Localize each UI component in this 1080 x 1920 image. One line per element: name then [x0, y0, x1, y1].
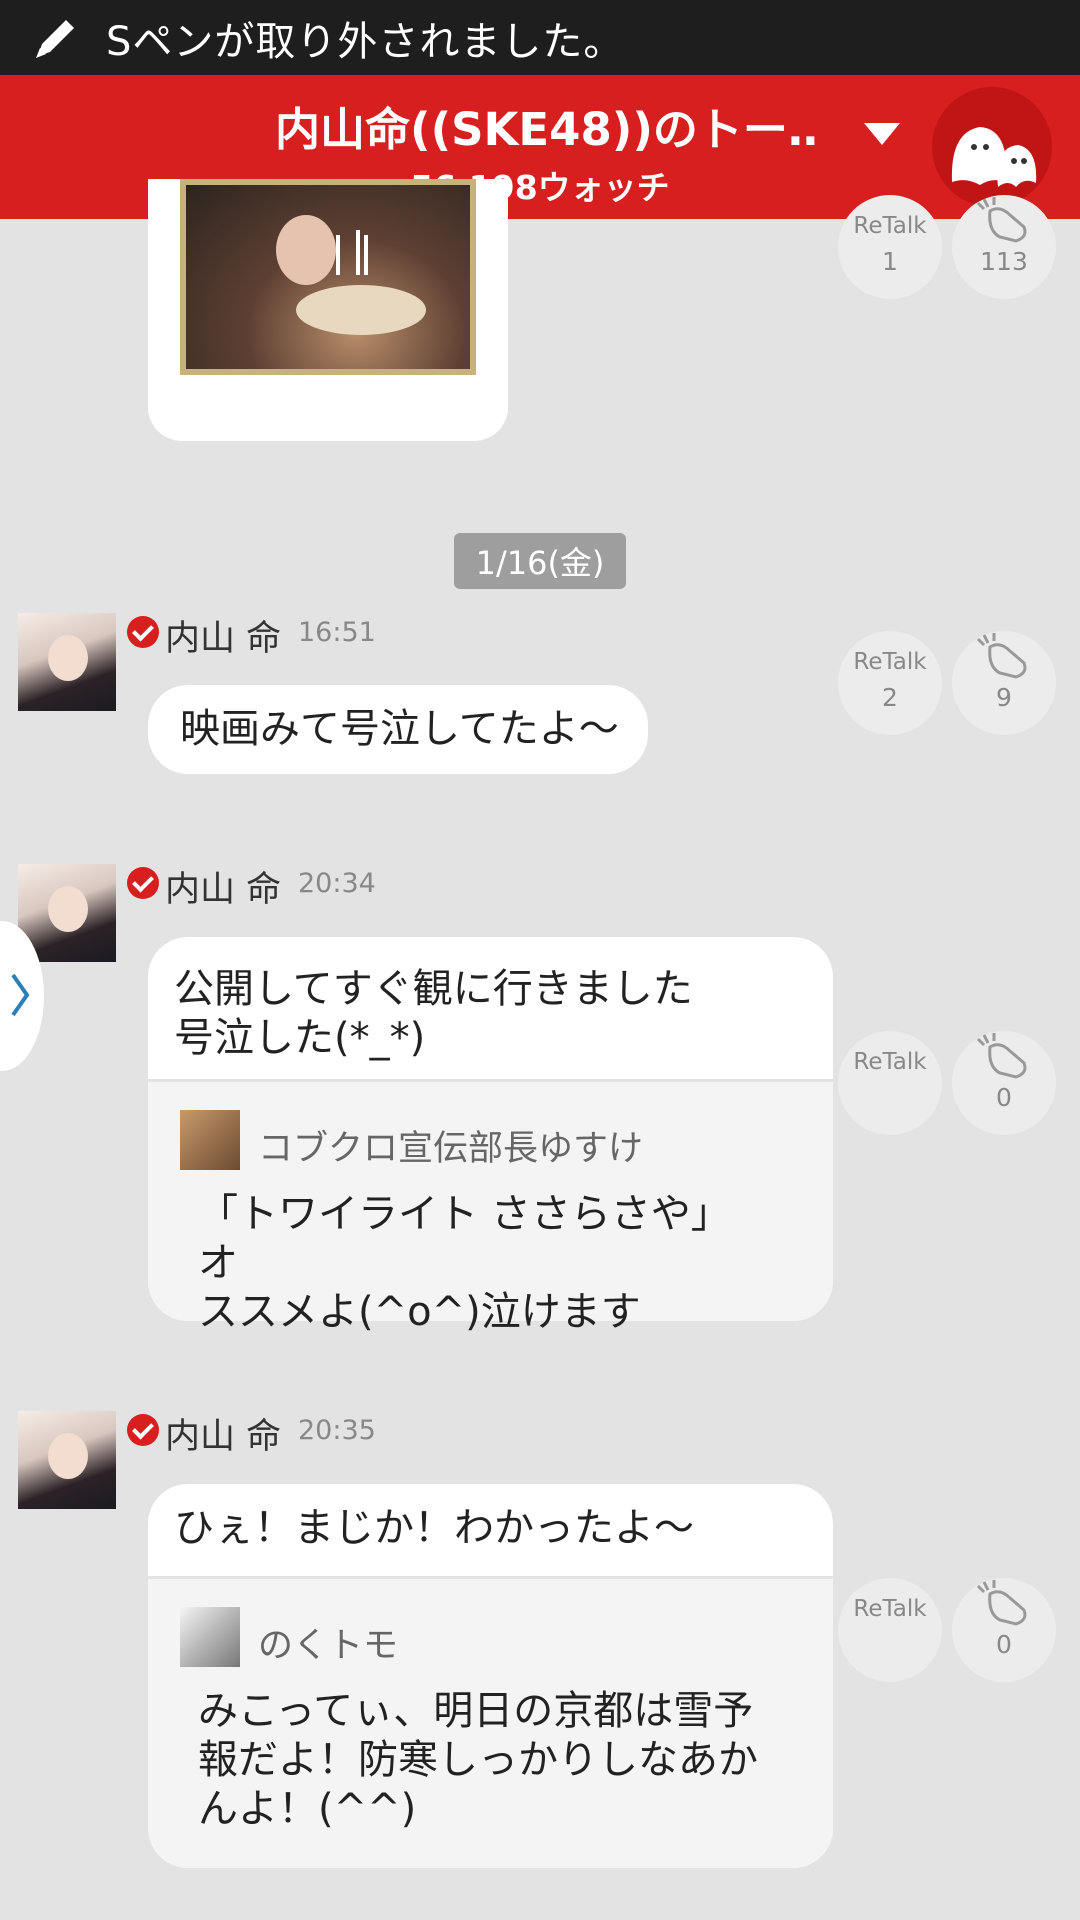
- chevron-right-icon: [11, 973, 30, 1017]
- author-name[interactable]: 内山 命: [165, 610, 281, 661]
- clap-button[interactable]: 0: [952, 1578, 1056, 1682]
- quote-text: 「トワイライト ささらさや」オ ススメよ(^o^)泣けます: [198, 1191, 731, 1335]
- message-bubble[interactable]: 映画みて号泣してたよ〜: [148, 685, 648, 774]
- quote-author: コブクロ宣伝部長ゆすけ: [258, 1129, 644, 1169]
- quote-author: のくトモ: [258, 1626, 399, 1666]
- clap-icon: [976, 197, 1027, 243]
- quote-text: みこってぃ、明日の京都は雪予 報だよ！防寒しっかりしなあか んよ！(^^): [198, 1688, 758, 1832]
- retalk-button[interactable]: ReTalk: [838, 1578, 942, 1682]
- message-text: ひぇ！まじか！わかったよ〜: [174, 1505, 694, 1551]
- author-name[interactable]: 内山 命: [165, 1408, 281, 1459]
- clap-icon: [976, 1033, 1027, 1079]
- notification-text: Sペンが取り外されました。: [106, 18, 625, 65]
- birthday-cake-photo[interactable]: [180, 179, 476, 375]
- message-time: 20:35: [298, 1415, 376, 1446]
- date-separator: 1/16(金): [454, 533, 626, 589]
- talk-title[interactable]: 内山命((SKE48))のトー…: [275, 93, 815, 158]
- message-bubble[interactable]: 公開してすぐ観に行きました 号泣した(*_*) コブクロ宣伝部長ゆすけ 「トワイ…: [148, 937, 833, 1335]
- message-text: 映画みて号泣してたよ〜: [180, 706, 619, 752]
- author-name[interactable]: 内山 命: [165, 861, 281, 912]
- avatar[interactable]: [18, 1411, 116, 1509]
- ghost-mascot-icon[interactable]: [932, 87, 1052, 207]
- clap-icon: [976, 633, 1027, 679]
- clap-button[interactable]: 113: [952, 195, 1056, 299]
- quoted-reply[interactable]: コブクロ宣伝部長ゆすけ 「トワイライト ささらさや」オ ススメよ(^o^)泣けま…: [148, 1079, 833, 1335]
- notification-bar: Sペンが取り外されました。: [0, 0, 1080, 75]
- verified-check-icon: [127, 1414, 159, 1446]
- clap-button[interactable]: 0: [952, 1031, 1056, 1135]
- retalk-button[interactable]: ReTalk: [838, 1031, 942, 1135]
- chevron-down-icon[interactable]: [862, 119, 902, 149]
- message-text: 公開してすぐ観に行きました 号泣した(*_*): [174, 966, 693, 1061]
- photo-message-bubble[interactable]: [148, 179, 508, 441]
- message-bubble[interactable]: ひぇ！まじか！わかったよ〜 のくトモ みこってぃ、明日の京都は雪予 報だよ！防寒…: [148, 1484, 833, 1868]
- verified-check-icon: [127, 867, 159, 899]
- quote-avatar: [180, 1110, 240, 1170]
- clap-icon: [976, 1580, 1027, 1626]
- message-list[interactable]: ReTalk 1 113 1/16(金) 内山 命 16:51 映画みて号泣して…: [0, 179, 1080, 1920]
- message-time: 16:51: [298, 617, 376, 648]
- avatar[interactable]: [18, 613, 116, 711]
- retalk-button[interactable]: ReTalk 2: [838, 631, 942, 735]
- retalk-button[interactable]: ReTalk 1: [838, 195, 942, 299]
- clap-button[interactable]: 9: [952, 631, 1056, 735]
- message-time: 20:34: [298, 868, 376, 899]
- verified-check-icon: [127, 616, 159, 648]
- pen-icon: [36, 19, 74, 58]
- quote-avatar: [180, 1607, 240, 1667]
- quoted-reply[interactable]: のくトモ みこってぃ、明日の京都は雪予 報だよ！防寒しっかりしなあか んよ！(^…: [148, 1576, 833, 1868]
